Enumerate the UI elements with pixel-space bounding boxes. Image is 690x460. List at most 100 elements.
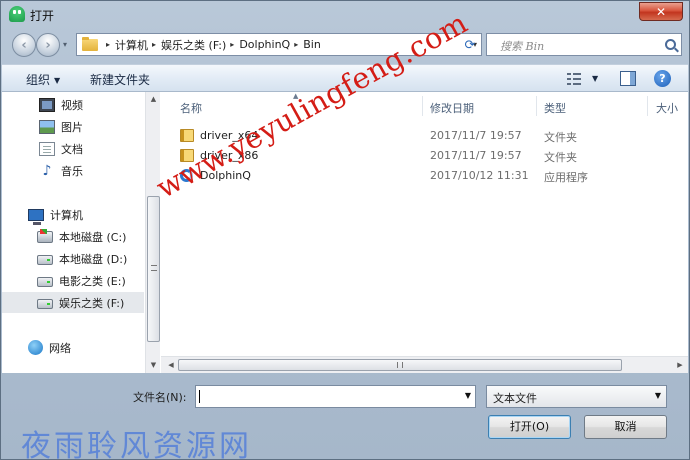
filename-field[interactable]: ▼ <box>195 385 476 408</box>
system-drive-icon <box>37 228 53 243</box>
sidebar-item-label: 电影之类 (E:) <box>59 274 126 288</box>
sidebar-item-drive-d[interactable]: 本地磁盘 (D:) <box>2 248 144 269</box>
sidebar-item-music[interactable]: ♪ 音乐 <box>2 160 144 181</box>
file-name: DolphinQ <box>200 169 251 182</box>
file-list: ▲ 名称 修改日期 类型 大小 driver_x64 2017/11/7 19:… <box>161 92 688 373</box>
drive-icon <box>37 254 53 265</box>
sidebar-item-drive-e[interactable]: 电影之类 (E:) <box>2 270 144 291</box>
scroll-down-icon[interactable]: ▼ <box>146 358 161 373</box>
preview-pane-icon[interactable] <box>620 71 636 86</box>
file-row-dolphinq[interactable]: DolphinQ 2017/10/12 11:31 应用程序 <box>161 166 671 186</box>
documents-icon <box>39 141 55 156</box>
breadcrumb-separator[interactable]: ▸ <box>106 40 110 49</box>
open-button[interactable]: 打开(O) <box>488 415 571 439</box>
organize-menu-button[interactable]: 组织 ▼ <box>26 71 60 88</box>
file-type: 文件夹 <box>544 131 577 144</box>
scroll-up-icon[interactable]: ▲ <box>146 92 161 107</box>
column-divider[interactable] <box>536 96 537 116</box>
sidebar-item-label: 图片 <box>61 120 83 134</box>
forward-arrow-icon: › <box>45 37 51 53</box>
file-type-select[interactable]: 文本文件 ▼ <box>486 385 667 408</box>
sidebar-item-drive-c[interactable]: 本地磁盘 (C:) <box>2 226 144 247</box>
sidebar-item-videos[interactable]: 视频 <box>2 94 144 115</box>
file-date: 2017/11/7 19:57 <box>430 149 522 162</box>
breadcrumb-dolphinq[interactable]: DolphinQ <box>239 38 290 51</box>
column-header-size[interactable]: 大小 <box>656 92 678 120</box>
scroll-left-icon[interactable]: ◀ <box>163 357 179 373</box>
view-options-dropdown-icon[interactable]: ▼ <box>592 74 598 83</box>
sidebar-item-network[interactable]: 网络 <box>2 337 144 358</box>
column-header-name[interactable]: 名称 <box>180 92 202 120</box>
sidebar-item-documents[interactable]: 文档 <box>2 138 144 159</box>
sidebar-item-label: 文档 <box>61 142 83 156</box>
help-icon[interactable]: ? <box>654 70 671 87</box>
title-bar: 打开 ✕ <box>1 1 689 29</box>
back-button[interactable]: ‹ <box>12 33 36 57</box>
sidebar-item-drive-f[interactable]: 娱乐之类 (F:) <box>2 292 144 313</box>
sidebar-item-label: 网络 <box>49 341 71 355</box>
breadcrumb-computer[interactable]: 计算机 <box>115 37 148 53</box>
column-header-type[interactable]: 类型 <box>544 92 566 120</box>
chevron-down-icon: ▼ <box>654 391 661 400</box>
watermark-site-name: 夜雨聆风资源网 <box>21 429 252 460</box>
folder-icon <box>180 129 194 142</box>
sidebar-item-label: 计算机 <box>50 208 83 222</box>
navigation-bar: ‹ › ▾ ▸ 计算机 ▸ 娱乐之类 (F:) ▸ DolphinQ ▸ Bin… <box>1 29 689 61</box>
file-date: 2017/10/12 11:31 <box>430 169 529 182</box>
forward-button[interactable]: › <box>36 33 60 57</box>
sidebar-item-label: 本地磁盘 (C:) <box>59 230 127 244</box>
breadcrumb-separator[interactable]: ▸ <box>152 40 156 49</box>
command-toolbar: 组织 ▼ 新建文件夹 ▼ ? <box>2 64 688 92</box>
computer-icon <box>28 208 44 225</box>
view-options-icon[interactable] <box>567 73 581 85</box>
navigation-pane: 视频 图片 文档 ♪ 音乐 计算机 本地磁盘 (C:) 本地磁盘 (D:) 电影… <box>2 92 160 373</box>
file-type: 应用程序 <box>544 171 588 184</box>
pictures-icon <box>39 119 55 134</box>
breadcrumb-drive-f[interactable]: 娱乐之类 (F:) <box>161 37 226 53</box>
app-icon <box>9 6 25 22</box>
column-divider[interactable] <box>647 96 648 116</box>
close-icon: ✕ <box>655 4 667 19</box>
sidebar-item-label: 视频 <box>61 98 83 112</box>
search-input[interactable]: 搜索 Bin <box>486 33 682 56</box>
sidebar-item-pictures[interactable]: 图片 <box>2 116 144 137</box>
text-cursor <box>199 390 200 403</box>
horizontal-scroll-thumb[interactable] <box>178 359 622 371</box>
grip-icon <box>151 265 157 271</box>
organize-label: 组织 <box>26 73 51 87</box>
sidebar-item-computer[interactable]: 计算机 <box>2 204 144 225</box>
file-row-driver-x64[interactable]: driver_x64 2017/11/7 19:57 文件夹 <box>161 126 671 146</box>
breadcrumb-separator[interactable]: ▸ <box>294 40 298 49</box>
window-title: 打开 <box>30 9 55 23</box>
network-icon <box>28 340 43 355</box>
cancel-button[interactable]: 取消 <box>584 415 667 439</box>
close-button[interactable]: ✕ <box>639 2 683 21</box>
breadcrumb-separator[interactable]: ▸ <box>230 40 234 49</box>
file-list-horizontal-scrollbar[interactable]: ◀ ▶ <box>161 356 688 373</box>
file-name: driver_x86 <box>200 149 259 162</box>
sidebar-scrollbar[interactable]: ▲ ▼ <box>145 92 160 373</box>
refresh-button[interactable]: ⟳ <box>459 36 481 54</box>
new-folder-button[interactable]: 新建文件夹 <box>90 71 150 88</box>
video-icon <box>39 97 55 112</box>
application-icon <box>180 169 193 182</box>
music-icon: ♪ <box>42 162 52 179</box>
breadcrumb-bin[interactable]: Bin <box>303 38 321 51</box>
file-row-driver-x86[interactable]: driver_x86 2017/11/7 19:57 文件夹 <box>161 146 671 166</box>
recent-locations-button[interactable]: ▾ <box>63 40 73 50</box>
drive-icon <box>37 298 53 309</box>
scroll-right-icon[interactable]: ▶ <box>672 357 688 373</box>
open-file-dialog: 打开 ✕ ‹ › ▾ ▸ 计算机 ▸ 娱乐之类 (F:) ▸ DolphinQ … <box>0 0 690 460</box>
column-divider[interactable] <box>422 96 423 116</box>
filename-history-dropdown-icon[interactable]: ▼ <box>465 391 471 400</box>
address-bar[interactable]: ▸ 计算机 ▸ 娱乐之类 (F:) ▸ DolphinQ ▸ Bin ▾ <box>76 33 482 56</box>
sidebar-scroll-thumb[interactable] <box>147 196 160 342</box>
sidebar-item-label: 本地磁盘 (D:) <box>59 252 128 266</box>
content-area: 视频 图片 文档 ♪ 音乐 计算机 本地磁盘 (C:) 本地磁盘 (D:) 电影… <box>2 92 688 373</box>
grip-icon <box>397 362 403 368</box>
search-icon[interactable] <box>665 39 676 50</box>
filename-label: 文件名(N): <box>133 391 187 404</box>
column-header-date[interactable]: 修改日期 <box>430 92 474 120</box>
file-date: 2017/11/7 19:57 <box>430 129 522 142</box>
sidebar-item-label: 娱乐之类 (F:) <box>59 296 125 310</box>
